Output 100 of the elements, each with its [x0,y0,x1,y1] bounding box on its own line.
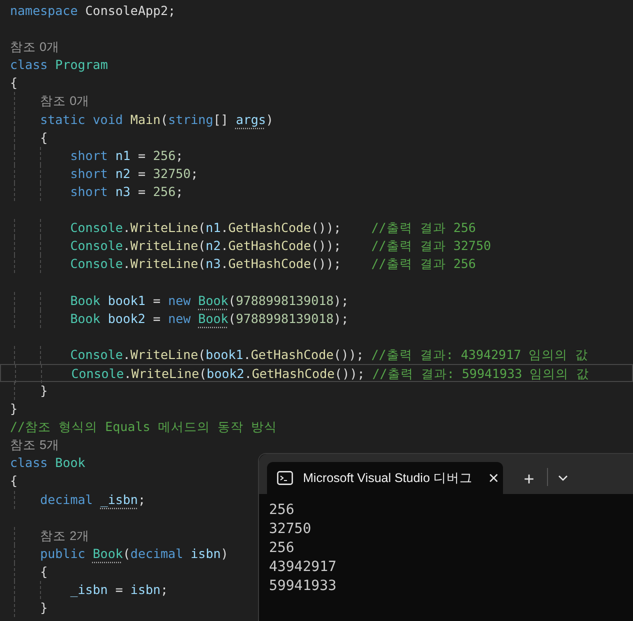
code-text: ( [198,346,206,362]
identifier: book2 [206,366,244,381]
identifier: n1 [115,148,130,163]
identifier: args [236,112,266,127]
type-name: Program [55,57,108,72]
identifier: _isbn [100,492,138,507]
code-comment: //출력 결과: 59941933 임의의 값 [372,366,590,381]
keyword: string [168,112,214,127]
keyword: short [70,166,108,181]
keyword: new [168,310,191,326]
code-text: = [153,292,161,308]
type-name: Console [70,346,123,362]
code-comment: //출력 결과: 43942917 임의의 값 [371,346,588,362]
number-literal: 32750 [153,166,191,181]
identifier: n3 [206,256,221,272]
code-text: { [40,564,48,579]
code-text: . [220,238,228,254]
method-name: WriteLine [131,366,200,381]
code-text: . [244,366,252,381]
code-text: ( [198,256,206,272]
code-text: { [40,130,48,145]
method-name: GetHashCode [228,220,312,236]
keyword: short [70,148,108,163]
console-output-line: 59941933 [269,577,336,596]
type-name: Book [198,292,228,308]
type-name: Book [70,292,100,308]
method-name: WriteLine [130,220,198,236]
identifier: isbn [190,546,221,561]
code-text: ; [138,492,146,507]
reference-count[interactable]: 참조 5개 [10,438,60,452]
type-name: Console [70,220,123,236]
console-output-line: 256 [269,539,294,558]
code-comment: //출력 결과 256 [371,220,476,236]
code-text: . [122,256,130,272]
code-text: ; [176,148,184,163]
reference-count[interactable]: 참조 0개 [10,40,60,54]
method-name: WriteLine [130,346,198,362]
keyword: decimal [130,546,184,561]
number-literal: 256 [153,148,176,163]
identifier: n1 [206,220,221,236]
code-text: ) [220,546,228,561]
method-name: WriteLine [130,238,198,254]
code-text: ConsoleApp2; [85,3,176,18]
number-literal: 9788998139018 [236,310,334,326]
new-tab-button[interactable]: + [519,470,539,488]
code-text: { [10,75,18,90]
tab-title: Microsoft Visual Studio 디버그 [303,470,472,487]
reference-count[interactable]: 참조 2개 [40,528,90,543]
code-text: ()); [311,238,342,254]
type-name: Console [70,256,123,272]
code-text: } [40,382,48,398]
code-text: . [220,220,228,236]
code-comment: //출력 결과 32750 [371,238,492,254]
dropdown-icon[interactable] [558,475,568,481]
method-name: GetHashCode [228,238,312,254]
type-name: Book [55,455,86,470]
code-text: { [10,473,18,488]
code-text: . [122,220,130,236]
code-text: . [122,238,130,254]
code-text: ()); [311,256,342,272]
identifier: book1 [108,292,146,308]
type-name: Book [92,546,123,561]
method-name: Main [130,112,161,127]
reference-count[interactable]: 참조 0개 [40,94,90,108]
identifier: book2 [108,310,146,326]
code-text: ( [198,238,206,254]
identifier: book1 [206,346,244,362]
number-literal: 9788998139018 [236,292,334,308]
code-text: } [10,401,18,416]
keyword: class [10,455,48,470]
code-text: . [220,256,228,272]
console-icon [277,471,293,485]
close-tab-button[interactable]: × [488,469,499,487]
code-text: ( [160,112,168,127]
code-text: = [138,184,146,199]
type-name: Console [71,366,124,381]
code-comment: //참조 형식의 Equals 메서드의 동작 방식 [10,419,277,434]
code-text: } [40,600,48,616]
code-text: [] [213,112,228,127]
number-literal: 256 [153,184,176,199]
code-text: ()); [334,366,365,381]
type-name: Book [70,310,100,326]
code-comment: //출력 결과 256 [371,256,476,272]
keyword: class [10,57,48,72]
code-text: ()); [311,220,342,236]
method-name: GetHashCode [228,256,312,272]
keyword: decimal [40,492,93,507]
code-text: ( [228,310,236,326]
identifier: n2 [115,166,130,181]
code-text: ; [190,166,198,181]
identifier: isbn [130,582,161,597]
type-name: Book [198,310,228,326]
code-text: ) [266,112,274,127]
code-text: ( [198,220,206,236]
code-text: ( [228,292,236,308]
code-text: ); [334,310,349,326]
terminal-tab[interactable]: Microsoft Visual Studio 디버그 × [267,462,503,494]
code-text: ( [199,366,207,381]
identifier: _isbn [70,582,108,597]
code-text: . [124,366,132,381]
